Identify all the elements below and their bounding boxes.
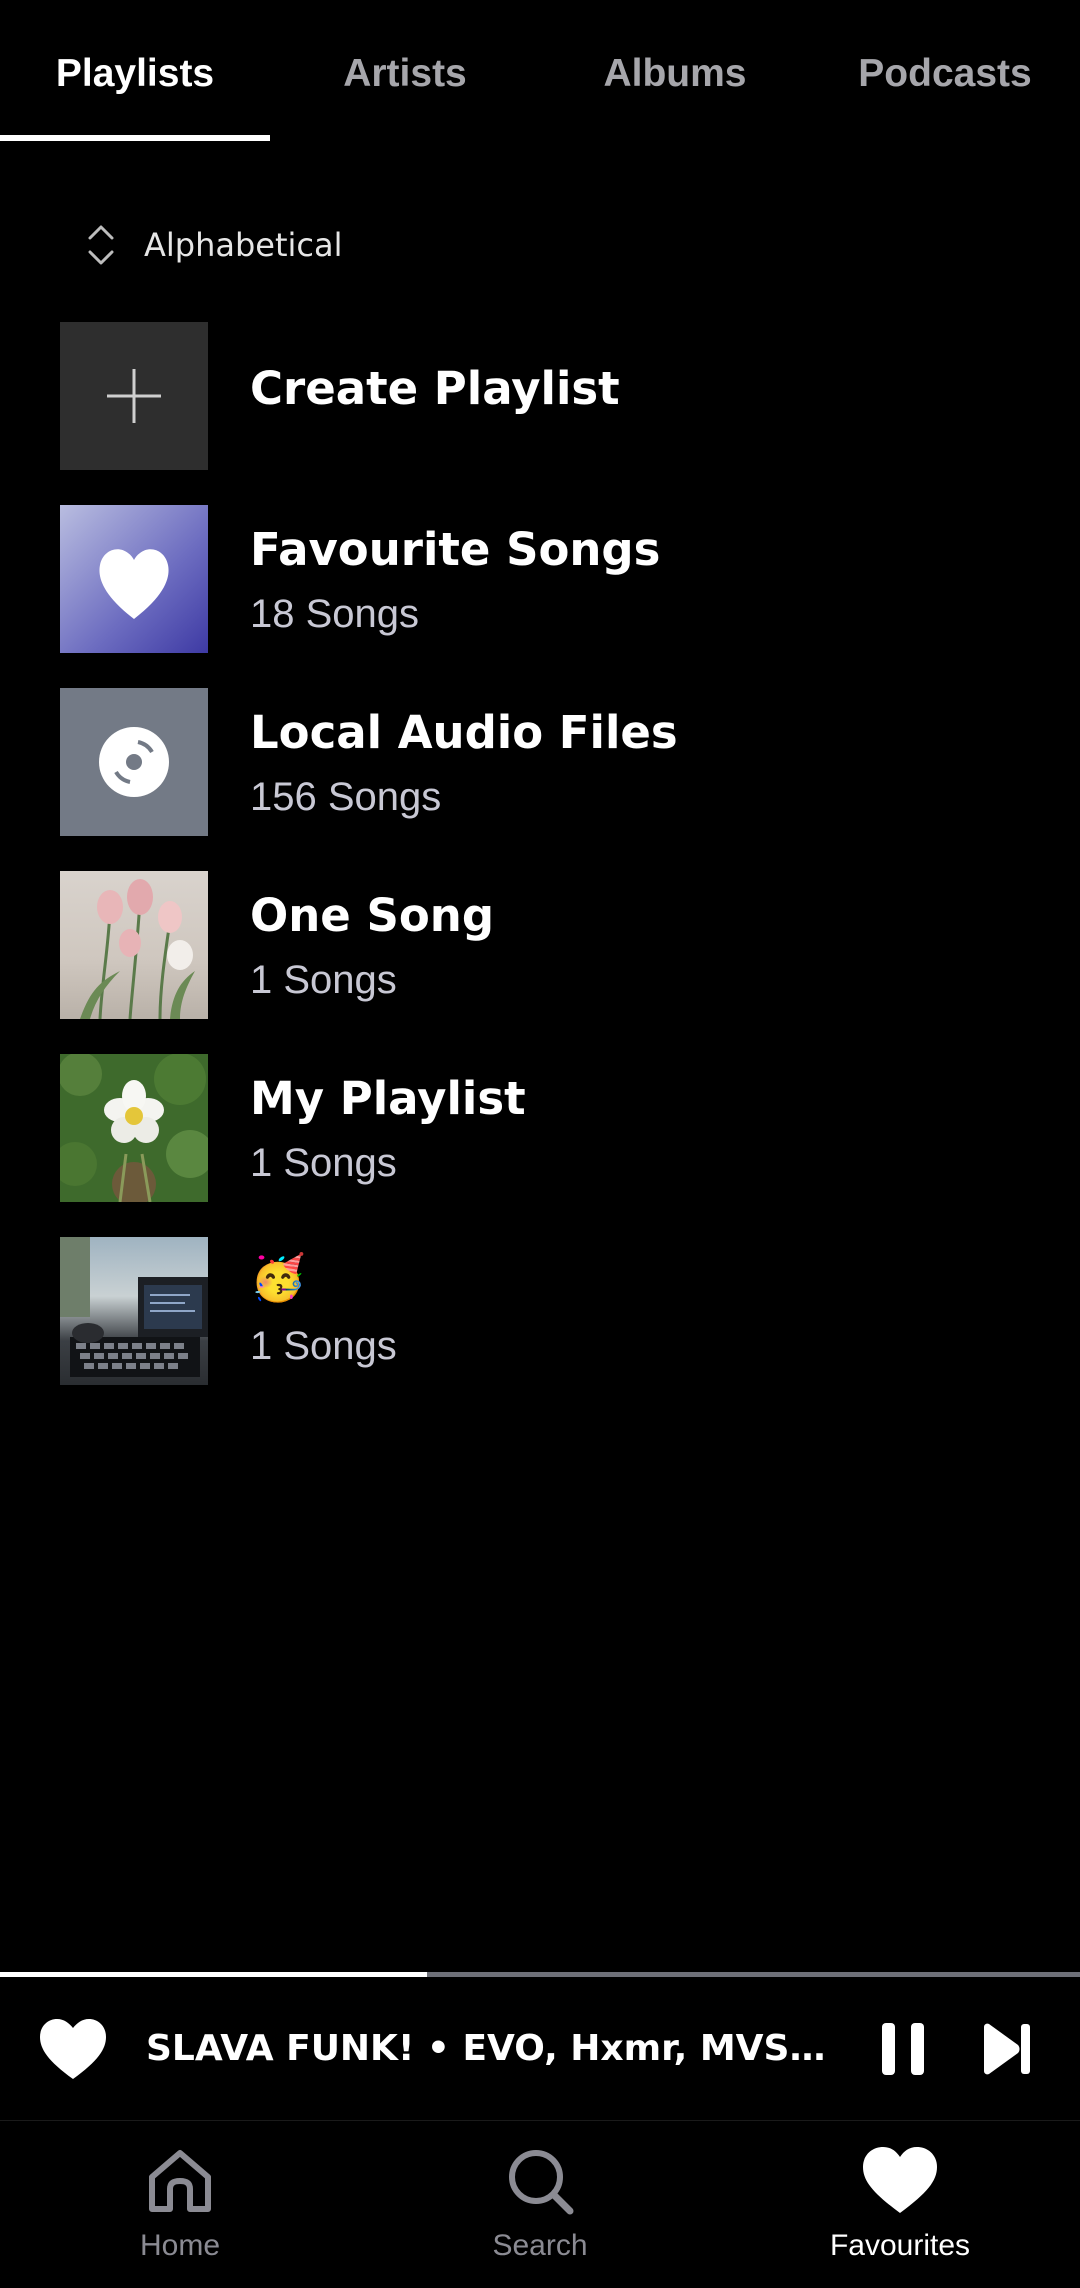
playlist-title: Favourite Songs [250, 523, 661, 576]
nav-label: Home [139, 2229, 221, 2262]
playlist-song-count: 18 Songs [250, 592, 420, 636]
tulips-cover [80, 879, 195, 1019]
playlist-row-one-song[interactable]: One Song 1 Songs [60, 871, 1020, 1019]
playlist-title: Local Audio Files [250, 706, 678, 759]
pause-icon[interactable] [880, 2021, 926, 2077]
create-playlist-thumb [60, 322, 208, 470]
heart-icon [99, 549, 169, 619]
tab-podcasts[interactable]: Podcasts [810, 44, 1080, 104]
playlist-song-count: 156 Songs [250, 775, 442, 819]
nav-search[interactable]: Search [360, 2121, 720, 2288]
playlist-title: One Song [250, 889, 495, 942]
playlist-row-emoji[interactable]: 🥳 1 Songs [60, 1237, 1020, 1385]
flower-cover [60, 1054, 208, 1202]
sort-label: Alphabetical [144, 226, 343, 264]
tab-artists[interactable]: Artists [270, 44, 540, 104]
home-icon [149, 2150, 211, 2212]
emoji-playlist-cover [60, 1237, 208, 1385]
favourite-songs-thumb [60, 505, 208, 653]
active-tab-indicator [0, 135, 270, 141]
sort-button[interactable]: Alphabetical [84, 216, 343, 274]
playlist-song-count: 1 Songs [250, 1141, 397, 1185]
playlist-title: 🥳 [250, 1251, 307, 1304]
bottom-navigation: Home Search Favourites [0, 2120, 1080, 2288]
plus-icon [107, 369, 161, 423]
nav-label: Favourites [829, 2229, 971, 2262]
sort-icon [88, 225, 114, 265]
one-song-cover [60, 871, 208, 1019]
search-icon [509, 2150, 574, 2215]
disc-icon [99, 727, 169, 797]
mini-player[interactable]: SLAVA FUNK! • EVO, Hxmr, MVSTERI… [0, 1977, 1080, 2117]
local-audio-thumb [60, 688, 208, 836]
playlist-row-my-playlist[interactable]: My Playlist 1 Songs [60, 1054, 1020, 1202]
like-heart-icon[interactable] [38, 2017, 108, 2081]
playlist-row-favourite-songs[interactable]: Favourite Songs 18 Songs [60, 505, 1020, 653]
my-playlist-cover [60, 1054, 208, 1202]
playlist-title: My Playlist [250, 1072, 526, 1125]
library-tabs: Playlists Artists Albums Podcasts [0, 0, 1080, 142]
nav-favourites[interactable]: Favourites [720, 2121, 1080, 2288]
playlist-song-count: 1 Songs [250, 1324, 397, 1368]
create-playlist-row[interactable]: Create Playlist [60, 322, 1020, 470]
now-playing-title[interactable]: SLAVA FUNK! • EVO, Hxmr, MVSTERI… [146, 2024, 826, 2074]
playlist-title: Create Playlist [250, 362, 620, 415]
nav-home[interactable]: Home [0, 2121, 360, 2288]
tab-albums[interactable]: Albums [540, 44, 810, 104]
skip-next-icon[interactable] [980, 2021, 1032, 2077]
playlist-song-count: 1 Songs [250, 958, 397, 1002]
playlist-row-local-audio-files[interactable]: Local Audio Files 156 Songs [60, 688, 1020, 836]
desk-cover [60, 1237, 208, 1377]
heart-icon [863, 2147, 937, 2213]
tab-playlists[interactable]: Playlists [0, 44, 270, 104]
nav-label: Search [492, 2229, 588, 2262]
